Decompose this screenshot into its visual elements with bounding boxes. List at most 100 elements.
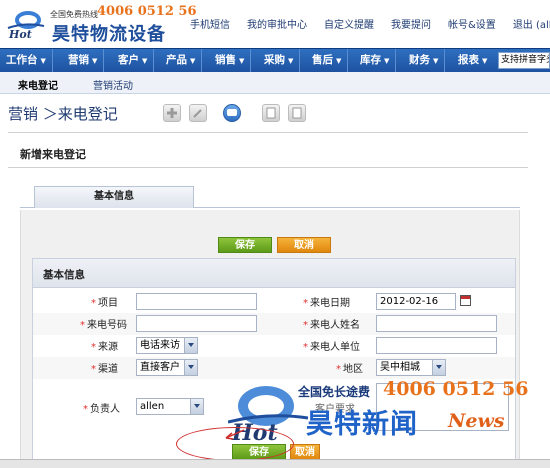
- chevron-down-icon: ▼: [40, 57, 46, 65]
- tab-strip: 基本信息: [20, 186, 520, 208]
- watermark-name-en: News: [448, 410, 505, 432]
- nav-item-reports[interactable]: 报表 ▼: [452, 49, 493, 73]
- chevron-down-icon: ▼: [239, 57, 245, 65]
- region-label: * 地区: [336, 360, 363, 375]
- form-row: * 项目 * 来电日期 2012-02-16: [33, 291, 515, 313]
- nav-item-finance[interactable]: 财务 ▼: [403, 49, 446, 73]
- edit-icon[interactable]: [189, 104, 207, 122]
- nav-label: 采购: [264, 54, 285, 66]
- link-approval-center[interactable]: 我的审批中心: [247, 16, 307, 31]
- nav-item-sales[interactable]: 销售 ▼: [209, 49, 252, 73]
- phone-input[interactable]: [136, 315, 257, 332]
- add-icon[interactable]: [163, 104, 181, 122]
- date-input[interactable]: 2012-02-16: [376, 293, 456, 310]
- watermark-hotline-label: 全国免长途费: [298, 385, 371, 399]
- phone-label: * 来电号码: [80, 316, 127, 331]
- nav-label: 客户: [118, 54, 139, 66]
- link-ask-question[interactable]: 我要提问: [391, 16, 431, 31]
- chevron-down-icon: ▼: [433, 57, 439, 65]
- link-logout[interactable]: 退出 (allen: [513, 16, 550, 31]
- chevron-down-icon: ▼: [288, 57, 294, 65]
- hotline-number: 4006 0512 56: [97, 4, 197, 19]
- required-mark: *: [303, 342, 308, 353]
- company-logo-icon: Hot: [7, 11, 45, 40]
- nav-label: 营销: [68, 54, 89, 66]
- watermark-hotline-number: 4006 0512 56: [383, 378, 529, 400]
- nav-item-customer[interactable]: 客户 ▼: [112, 49, 155, 73]
- form-group-header: 基本信息: [32, 258, 516, 288]
- required-mark: *: [91, 298, 96, 309]
- label-text: 来电日期: [310, 298, 350, 309]
- copy-icon[interactable]: [288, 104, 306, 122]
- message-icon[interactable]: [223, 104, 241, 122]
- horizontal-scrollbar[interactable]: [0, 459, 550, 468]
- nav-label: 库存: [360, 54, 381, 66]
- label-text: 渠道: [98, 364, 118, 375]
- tab-basic-info[interactable]: 基本信息: [34, 186, 194, 208]
- nav-label: 产品: [166, 54, 187, 66]
- nav-label: 报表: [458, 54, 479, 66]
- chevron-down-icon: [432, 360, 445, 375]
- cancel-button[interactable]: 取消: [277, 237, 331, 253]
- watermark-name-cn: 昊特新闻: [306, 409, 418, 440]
- label-text: 来源: [98, 342, 118, 353]
- chevron-down-icon: ▼: [384, 57, 390, 65]
- nav-item-marketing[interactable]: 营销 ▼: [62, 49, 105, 73]
- chevron-down-icon: ▼: [92, 57, 98, 65]
- quick-search-input[interactable]: 支持拼音字头: [498, 52, 550, 69]
- nav-label: 销售: [215, 54, 236, 66]
- nav-item-workbench[interactable]: 工作台 ▼: [0, 49, 53, 73]
- page-title: 营销 ＞来电登记: [8, 105, 118, 123]
- top-links: 手机短信 我的审批中心 自定义提醒 我要提问 帐号&设置 退出 (allen: [190, 16, 550, 31]
- caller-unit-label: * 来电人单位: [303, 338, 360, 353]
- label-text: 来电人姓名: [310, 320, 360, 331]
- owner-label: * 负责人: [83, 400, 120, 415]
- nav-item-product[interactable]: 产品 ▼: [160, 49, 203, 73]
- select-value: 电话来访: [140, 340, 180, 351]
- channel-label: * 渠道: [91, 360, 118, 375]
- form-row: * 来电号码 * 来电人姓名: [33, 313, 515, 335]
- save-button[interactable]: 保存: [218, 237, 272, 253]
- required-mark: *: [303, 320, 308, 331]
- chevron-down-icon: ▼: [142, 57, 148, 65]
- source-label: * 来源: [91, 338, 118, 353]
- caller-unit-input[interactable]: [376, 337, 497, 354]
- chevron-down-icon: ▼: [190, 57, 196, 65]
- select-value: 吴中相城: [380, 362, 420, 373]
- source-select[interactable]: 电话来访: [136, 337, 198, 354]
- document-icon[interactable]: [262, 104, 280, 122]
- caller-name-input[interactable]: [376, 315, 497, 332]
- required-mark: *: [91, 364, 96, 375]
- nav-label: 财务: [409, 54, 430, 66]
- channel-select[interactable]: 直接客户: [136, 359, 198, 376]
- hotline-label: 全国免费热线: [50, 10, 98, 19]
- label-text: 来电号码: [87, 320, 127, 331]
- calendar-icon[interactable]: [460, 295, 471, 306]
- nav-item-after-sales[interactable]: 售后 ▼: [306, 49, 349, 73]
- required-mark: *: [91, 342, 96, 353]
- form-section-header: 新增来电登记: [8, 132, 528, 168]
- item-input[interactable]: [136, 293, 257, 310]
- chevron-down-icon: ▼: [336, 57, 342, 65]
- sub-nav: 来电登记 营销活动: [0, 72, 550, 94]
- date-label: * 来电日期: [303, 294, 350, 309]
- item-label: * 项目: [91, 294, 118, 309]
- subnav-call-register[interactable]: 来电登记: [18, 77, 58, 92]
- nav-label: 售后: [312, 54, 333, 66]
- app-header: Hot 全国免费热线 4006 0512 56 昊特物流设备 手机短信 我的审批…: [0, 0, 550, 48]
- link-sms[interactable]: 手机短信: [190, 16, 230, 31]
- select-value: 直接客户: [140, 362, 180, 373]
- form-row: * 来源 电话来访 * 来电人单位: [33, 335, 515, 357]
- cancel-button-bottom[interactable]: 取消: [290, 444, 320, 460]
- required-mark: *: [303, 298, 308, 309]
- label-text: 来电人单位: [310, 342, 360, 353]
- required-mark: *: [80, 320, 85, 331]
- company-name: 昊特物流设备: [52, 24, 166, 45]
- nav-item-purchase[interactable]: 采购 ▼: [258, 49, 301, 73]
- link-custom-reminder[interactable]: 自定义提醒: [324, 16, 374, 31]
- nav-item-inventory[interactable]: 库存 ▼: [354, 49, 397, 73]
- subnav-marketing-activity[interactable]: 营销活动: [93, 77, 133, 92]
- owner-select[interactable]: allen: [136, 398, 204, 415]
- label-text: 负责人: [90, 404, 120, 415]
- link-account-settings[interactable]: 帐号&设置: [448, 16, 496, 31]
